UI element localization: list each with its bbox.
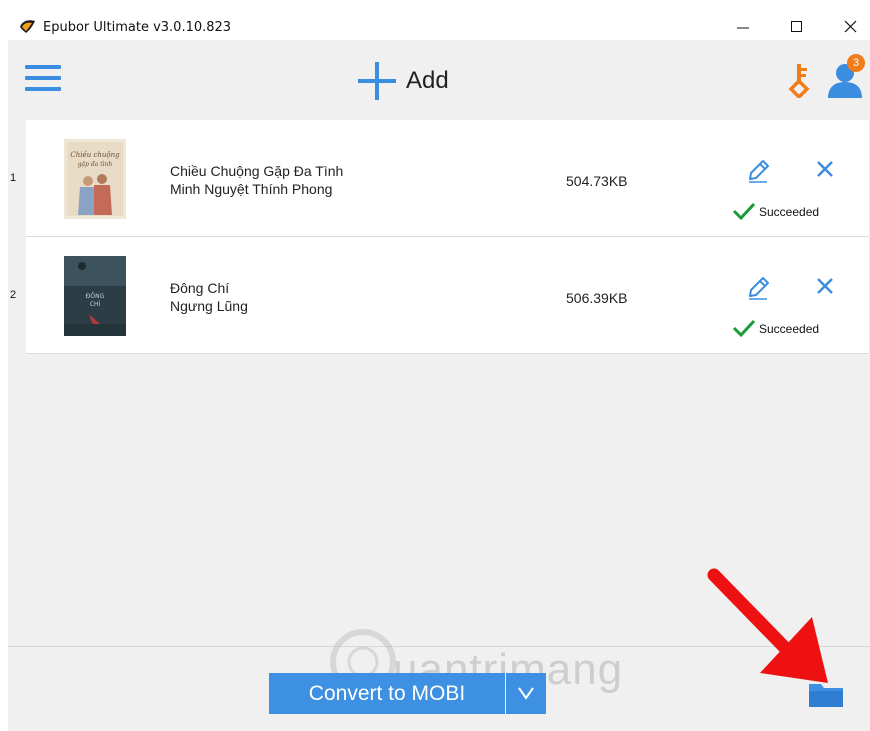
book-title: Chiều Chuộng Gặp Đa Tình [170,163,344,179]
svg-text:Chiều chuộng: Chiều chuộng [70,150,120,159]
convert-format-dropdown-button[interactable] [506,673,546,714]
convert-to-mobi-button[interactable]: Convert to MOBI [269,673,505,714]
status-text: Succeeded [759,322,820,336]
window-title-bar: Epubor Ultimate v3.0.10.823 [0,0,870,40]
add-label: Add [406,67,449,94]
window-title: Epubor Ultimate v3.0.10.823 [43,20,232,35]
svg-text:gặp đa tình: gặp đa tình [78,161,113,168]
svg-text:ĐÔNG: ĐÔNG [86,293,105,300]
notification-badge: 3 [847,54,865,72]
key-icon[interactable] [788,62,812,98]
row-index: 2 [10,289,17,301]
book-size: 504.73KB [566,173,628,189]
svg-text:CHÍ: CHÍ [90,301,101,308]
checkmark-icon [732,202,756,220]
status-text: Succeeded [759,205,820,219]
book-size: 506.39KB [566,290,628,306]
book-title: Đông Chí [170,280,230,296]
maximize-button[interactable] [776,12,820,40]
edit-pencil-icon[interactable] [745,275,771,301]
hamburger-menu-icon[interactable] [25,62,63,96]
maximize-icon [791,21,802,32]
row-index: 1 [10,172,17,184]
checkmark-icon [732,319,756,337]
main-toolbar: Add 3 [8,40,870,118]
folder-icon[interactable] [808,680,844,708]
delete-x-icon[interactable] [816,277,834,295]
book-cover: ĐÔNG CHÍ [64,256,126,336]
epubor-app-icon [20,20,35,33]
book-row[interactable]: Chiều chuộng gặp đa tình Chiều Chuộng Gặ… [26,120,869,237]
close-icon [844,20,857,33]
book-author: Ngưng Lũng [170,298,248,314]
plus-icon [358,62,396,100]
delete-x-icon[interactable] [816,160,834,178]
close-window-button[interactable] [830,12,870,40]
red-arrow-annotation [707,568,828,683]
book-row[interactable]: ĐÔNG CHÍ Đông Chí Ngưng Lũng 506.39KB Su… [26,237,869,354]
book-author: Minh Nguyệt Thính Phong [170,181,333,197]
minimize-button[interactable] [722,12,766,40]
minimize-icon [737,27,749,29]
chevron-down-icon [518,687,534,700]
book-cover: Chiều chuộng gặp đa tình [64,139,126,219]
edit-pencil-icon[interactable] [745,158,771,184]
